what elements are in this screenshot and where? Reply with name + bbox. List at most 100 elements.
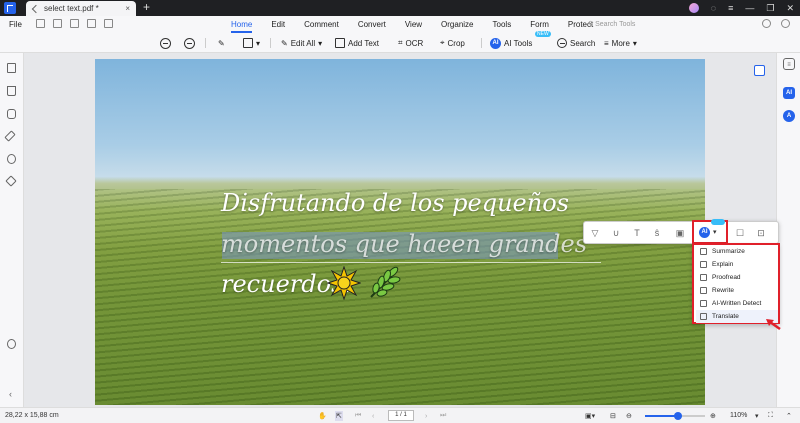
last-page-icon[interactable]: ⏭ <box>440 411 446 421</box>
save-icon[interactable] <box>36 19 45 28</box>
strikethrough-icon[interactable]: ŝ <box>652 228 662 238</box>
crop-button[interactable]: ⌖ Crop <box>440 37 465 49</box>
menu-item-summarize[interactable]: Summarize <box>696 245 778 258</box>
avatar[interactable] <box>688 3 699 13</box>
zoom-out-icon[interactable]: ⊖ <box>626 411 632 421</box>
next-page-icon[interactable]: › <box>425 411 427 421</box>
tab-home[interactable]: Home <box>231 20 253 33</box>
cloud-icon[interactable] <box>762 19 771 28</box>
ribbon-tabs: Home Edit Comment Convert View Organize … <box>231 20 612 33</box>
help-icon[interactable] <box>7 339 16 349</box>
collapse-up-icon[interactable]: ⌃ <box>786 411 792 421</box>
tab-convert[interactable]: Convert <box>358 20 386 29</box>
zoom-level[interactable]: 110% <box>730 412 747 419</box>
ocr-button[interactable]: ⌗ OCR <box>398 37 423 49</box>
ai-icon: AI <box>699 227 710 238</box>
page-number-input[interactable]: 1 / 1 <box>388 410 414 421</box>
page-layout-icon[interactable]: ▣▾ <box>585 411 595 421</box>
right-sidebar: AI A ≡ <box>776 53 800 407</box>
layers-icon[interactable] <box>5 175 17 187</box>
search-icon <box>557 38 567 48</box>
crop-label: Crop <box>447 38 465 48</box>
open-icon[interactable] <box>53 19 62 28</box>
edit-all-button[interactable]: ✎ Edit All ▾ <box>281 37 322 49</box>
chevron-down-icon[interactable]: ▾ <box>755 411 759 421</box>
tab-comment[interactable]: Comment <box>304 20 339 29</box>
menu-item-explain[interactable]: Explain <box>696 258 778 271</box>
undo-icon[interactable] <box>87 19 96 28</box>
highlight-button[interactable]: ✎ <box>218 37 225 49</box>
zoom-out-button[interactable] <box>160 37 171 49</box>
zoom-slider[interactable] <box>645 412 705 420</box>
tab-form[interactable]: Form <box>530 20 549 29</box>
menu-item-label: Proofread <box>712 274 741 281</box>
menu-item-rewrite[interactable]: Rewrite <box>696 284 778 297</box>
chevron-down-icon: ▾ <box>318 38 323 48</box>
hand-tool-icon[interactable]: ✋ <box>318 411 327 421</box>
document-tab[interactable]: select text.pdf * × <box>26 1 136 16</box>
prev-page-icon[interactable]: ‹ <box>372 411 374 421</box>
properties-icon[interactable]: ≡ <box>783 58 795 70</box>
zoom-slider-knob[interactable] <box>674 412 682 420</box>
print-icon[interactable] <box>70 19 79 28</box>
menu-right-icons <box>762 19 790 28</box>
minimize-icon[interactable]: — <box>745 3 754 13</box>
add-text-button[interactable]: Add Text <box>335 37 379 49</box>
comment-icon[interactable] <box>7 109 16 119</box>
text-line-1[interactable]: Disfrutando de los pequeños <box>221 189 569 217</box>
bookmark-icon[interactable] <box>7 86 16 96</box>
menu-item-proofread[interactable]: Proofread <box>696 271 778 284</box>
menu-row: File Home Edit Comment Convert View Orga… <box>0 16 800 33</box>
thumbnail-icon[interactable] <box>7 63 16 73</box>
tab-tools[interactable]: Tools <box>493 20 512 29</box>
image-icon[interactable]: ▣ <box>675 228 685 238</box>
ai-tools-button[interactable]: AI AI Tools <box>490 37 532 49</box>
zoom-in-icon[interactable]: ⊕ <box>710 411 716 421</box>
close-tab-icon[interactable]: × <box>125 1 130 16</box>
tab-view[interactable]: View <box>405 20 422 29</box>
document-tab-label: select text.pdf * <box>44 4 99 13</box>
quick-access <box>36 19 113 28</box>
close-window-icon[interactable]: ✕ <box>786 3 794 14</box>
search-button[interactable]: Search <box>557 37 595 49</box>
shape-button[interactable]: ▾ <box>243 37 260 49</box>
menu-item-ai-detect[interactable]: AI-Written Detect <box>696 297 778 310</box>
ai-detect-icon <box>700 300 707 307</box>
menu-icon[interactable]: ≡ <box>728 3 733 13</box>
collapse-icon[interactable]: ‹ <box>9 389 12 399</box>
bell-icon[interactable]: ◌ <box>711 3 716 13</box>
crop-icon: ⌖ <box>440 38 445 47</box>
page-fit-icon[interactable] <box>754 65 765 76</box>
select-tool-icon[interactable]: ⇱ <box>335 411 343 421</box>
ai-translate-icon[interactable]: A <box>783 110 795 122</box>
tab-organize[interactable]: Organize <box>441 20 473 29</box>
ai-assistant-icon[interactable]: AI <box>783 87 795 99</box>
text-icon[interactable]: T <box>632 228 642 238</box>
file-menu[interactable]: File <box>9 20 22 29</box>
new-tab-icon[interactable]: + <box>143 0 150 15</box>
more-button[interactable]: ≡ More ▾ <box>604 37 637 49</box>
ai-tools-dropdown-button[interactable]: AI ▾ <box>692 219 728 244</box>
edit-icon[interactable]: ☐ <box>735 228 745 238</box>
selection-toolbar: ▽ ∪ T ŝ ▣ ☐ ⊡ <box>583 221 779 244</box>
attachment-icon[interactable] <box>4 130 16 142</box>
search-icon[interactable] <box>7 154 16 164</box>
copy-icon[interactable]: ⊡ <box>756 228 766 238</box>
rectangle-icon <box>243 38 253 48</box>
highlight-icon[interactable]: ▽ <box>590 228 600 238</box>
fullscreen-icon[interactable]: ⛶ <box>768 411 773 421</box>
chevron-down-icon: ▾ <box>713 229 717 236</box>
zoom-in-button[interactable] <box>184 37 195 49</box>
first-page-icon[interactable]: ⏮ <box>355 411 361 421</box>
underline-icon[interactable]: ∪ <box>611 228 621 238</box>
ocr-icon: ⌗ <box>398 38 403 47</box>
search-tools-input[interactable]: Search Tools <box>588 20 635 28</box>
redo-icon[interactable] <box>104 19 113 28</box>
app-logo-icon[interactable] <box>4 2 16 14</box>
restore-icon[interactable]: ❐ <box>766 3 774 14</box>
tab-edit[interactable]: Edit <box>271 20 285 29</box>
new-badge: NEW <box>535 31 551 37</box>
text-line-2[interactable]: momentos que haeen grandes <box>221 230 587 258</box>
settings-icon[interactable] <box>781 19 790 28</box>
fit-page-icon[interactable]: ⊟ <box>610 411 616 421</box>
